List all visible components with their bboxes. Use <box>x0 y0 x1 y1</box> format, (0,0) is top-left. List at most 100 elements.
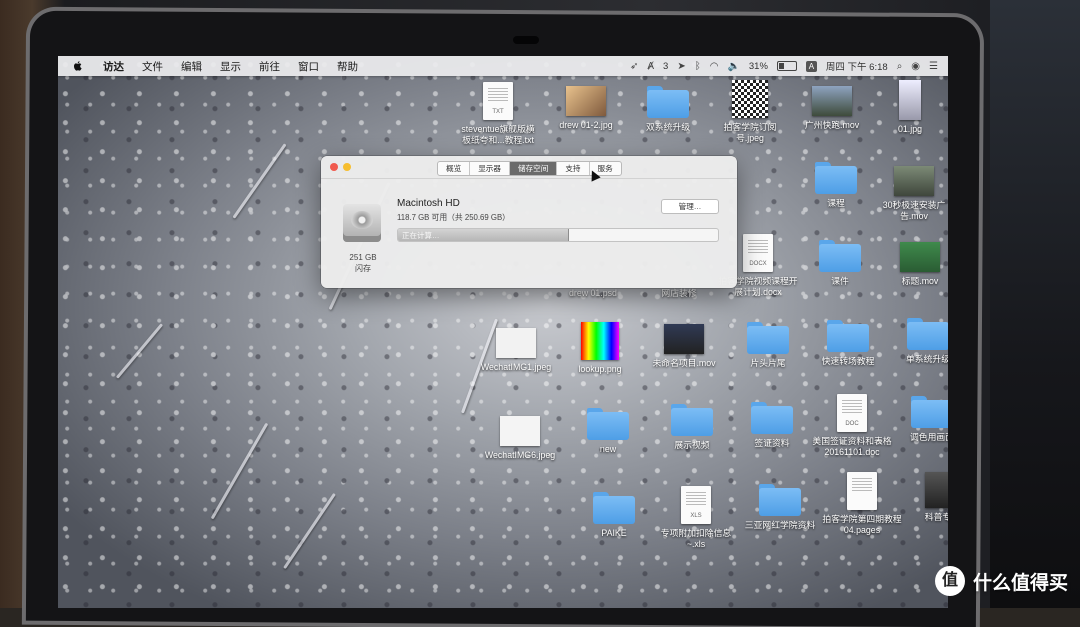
qr-code-thumbnail <box>732 80 768 118</box>
menu-go[interactable]: 前往 <box>259 59 280 74</box>
spotlight-search-icon[interactable]: ⌕ <box>897 61 903 72</box>
folder-label: 单系统升级 <box>906 354 948 364</box>
window-titlebar[interactable]: 概览 显示器 储存空间 支持 服务 <box>321 156 737 182</box>
siri-icon[interactable]: ◉ <box>911 61 920 72</box>
watermark-text: 什么值得买 <box>972 572 1068 594</box>
desktop-file[interactable]: 未命名项目.mov <box>636 324 732 369</box>
image-thumbnail <box>925 472 948 508</box>
tab-displays[interactable]: 显示器 <box>470 162 510 175</box>
desktop-folder[interactable]: new <box>560 408 656 455</box>
image-thumbnail <box>496 328 536 358</box>
folder-icon <box>671 404 713 436</box>
disk-name: Macintosh HD <box>397 198 460 209</box>
folder-icon <box>587 408 629 440</box>
input-method[interactable]: A <box>805 60 817 72</box>
video-thumbnail <box>812 86 852 116</box>
file-label: WechatIMG1.jpeg <box>480 362 552 372</box>
tab-storage[interactable]: 储存空间 <box>509 162 558 175</box>
file-label: lookup.png <box>578 364 622 374</box>
tab-support[interactable]: 支持 <box>557 162 590 175</box>
file-label: 01.jpg <box>898 124 922 134</box>
watermark-logo: 值 <box>934 566 965 596</box>
text-file-icon: TXT <box>483 82 513 120</box>
desktop-file[interactable]: WechatIMG1.jpeg <box>468 328 564 373</box>
menu-window[interactable]: 窗口 <box>298 59 319 74</box>
battery-icon[interactable] <box>776 61 797 71</box>
wifi-icon[interactable]: ◠ <box>710 61 719 72</box>
bird-icon[interactable]: ➶ <box>630 61 638 72</box>
storage-usage-bar: 正在计算… <box>397 228 719 242</box>
folder-icon <box>827 320 869 352</box>
status-area: ➶ Ⱥ 3 ➤ ᛒ ◠ 🔈 31% A 周四 下午 6:18 ⌕ ◉ ☰ <box>630 59 948 73</box>
hard-drive-icon <box>343 204 381 242</box>
document-icon: DOC <box>837 394 867 432</box>
disk-available: 118.7 GB 可用（共 250.69 GB） <box>397 213 510 222</box>
send-icon[interactable]: ➤ <box>677 61 685 72</box>
apple-logo-icon[interactable] <box>72 60 84 72</box>
menu-finder[interactable]: 访达 <box>103 59 124 74</box>
battery-percent[interactable]: 31% <box>749 61 768 72</box>
volume-icon[interactable]: 🔈 <box>727 61 739 72</box>
image-thumbnail <box>566 86 606 116</box>
folder-icon <box>751 402 793 434</box>
file-label: 标题.mov <box>901 276 939 286</box>
video-thumbnail <box>894 166 934 196</box>
desktop-file[interactable]: XLS 专项附加扣除信息 ~.xls <box>648 486 744 550</box>
desktop-file[interactable]: 30秒极速安装广 告.mov <box>866 166 948 222</box>
disk-type: 闪存 <box>355 264 371 273</box>
desktop-file[interactable]: 01.jpg <box>862 80 948 135</box>
folder-icon <box>593 492 635 524</box>
photo-foreground <box>990 0 1080 608</box>
desktop-folder[interactable]: 调色用画面 <box>884 396 948 443</box>
file-label: 网店装修 <box>661 288 697 298</box>
adobe-icon[interactable]: Ⱥ <box>647 61 654 72</box>
menubar-clock[interactable]: 周四 下午 6:18 <box>826 59 888 73</box>
video-thumbnail <box>900 242 940 272</box>
menu-bar: 访达 文件 编辑 显示 前往 窗口 帮助 ➶ Ⱥ 3 ➤ ᛒ ◠ 🔈 31% A… <box>58 56 948 76</box>
disk-size: 251 GB <box>349 253 377 262</box>
menu-file[interactable]: 文件 <box>142 59 163 74</box>
file-label: 未命名项目.mov <box>652 358 716 368</box>
file-label: 30秒极速安装广 告.mov <box>882 200 946 221</box>
watermark: 值 什么值得买 <box>934 566 1068 596</box>
image-thumbnail <box>581 322 619 360</box>
notification-center-icon[interactable]: ☰ <box>929 61 938 72</box>
image-thumbnail <box>500 416 540 446</box>
file-label: steventue旗舰版横 板纸夸和...教程.txt <box>461 124 535 145</box>
document-icon: DOCX <box>743 234 773 272</box>
folder-label: new <box>599 444 617 454</box>
menu-help[interactable]: 帮助 <box>337 59 358 74</box>
close-button[interactable] <box>330 163 338 171</box>
menu-edit[interactable]: 编辑 <box>181 59 202 74</box>
folder-icon <box>759 484 801 516</box>
menu-view[interactable]: 显示 <box>220 59 241 74</box>
folder-icon <box>907 318 948 350</box>
file-label: 科普专 <box>924 512 948 522</box>
desktop-file[interactable]: lookup.png <box>552 322 648 375</box>
file-label: 专项附加扣除信息 ~.xls <box>660 528 732 549</box>
desktop-file[interactable]: 科普专 <box>890 472 948 523</box>
folder-icon <box>647 86 689 118</box>
usage-status: 正在计算… <box>402 231 440 240</box>
pages-document-icon <box>847 472 877 510</box>
folder-icon <box>747 322 789 354</box>
desktop-file[interactable]: WechatIMG6.jpeg <box>472 416 568 461</box>
manage-button[interactable]: 管理… <box>661 199 719 214</box>
file-label: WechatIMG6.jpeg <box>484 450 556 460</box>
folder-label: 调色用画面 <box>910 432 948 442</box>
desktop-file[interactable]: TXT steventue旗舰版横 板纸夸和...教程.txt <box>450 82 546 146</box>
tab-overview[interactable]: 概览 <box>438 162 471 175</box>
desktop-file[interactable]: 标题.mov <box>872 242 948 287</box>
camera <box>513 36 539 44</box>
minimize-button[interactable] <box>343 163 351 171</box>
app-badge-count: 3 <box>663 60 669 72</box>
about-this-mac-window: 概览 显示器 储存空间 支持 服务 251 GB 闪存 Macintosh HD… <box>321 156 737 288</box>
folder-icon <box>815 162 857 194</box>
bluetooth-icon[interactable]: ᛒ <box>695 61 701 72</box>
video-thumbnail <box>664 324 704 354</box>
desktop-folder[interactable]: 单系统升级 <box>880 318 948 365</box>
spreadsheet-icon: XLS <box>681 486 711 524</box>
file-label: drew 01.psd <box>569 288 617 298</box>
image-thumbnail <box>899 80 921 120</box>
mac-screen: 访达 文件 编辑 显示 前往 窗口 帮助 ➶ Ⱥ 3 ➤ ᛒ ◠ 🔈 31% A… <box>58 56 948 608</box>
